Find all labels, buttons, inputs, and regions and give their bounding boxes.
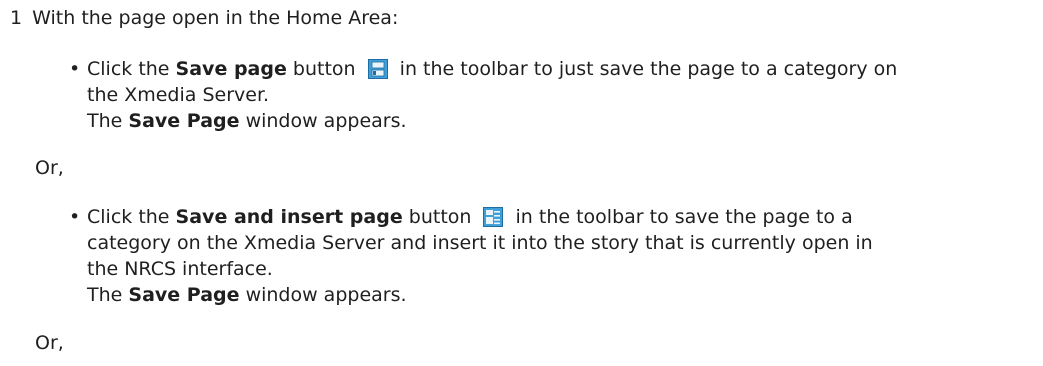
item-text: Click the	[87, 58, 170, 80]
step-text: With the page open in the Home Area:	[32, 7, 399, 29]
item-text: category on the Xmedia Server and insert…	[87, 232, 873, 254]
step-number: 1	[10, 7, 23, 29]
result-text: window appears.	[245, 284, 407, 306]
item-text: button	[292, 58, 356, 80]
item-text: Click the	[87, 206, 170, 228]
item-text: the Xmedia Server.	[87, 84, 270, 106]
save-page-window-label: Save Page	[128, 284, 240, 306]
item-text: the NRCS interface.	[87, 258, 273, 280]
bullet-item-continuation: category on the Xmedia Server and insert…	[87, 230, 873, 256]
bullet-item-continuation: the NRCS interface.	[87, 256, 273, 282]
item-text: in the toolbar to save the page to a	[515, 206, 853, 228]
result-prefix: The	[87, 110, 123, 132]
bullet-marker: •	[69, 206, 81, 228]
save-page-label: Save page	[175, 58, 287, 80]
save-and-insert-page-label: Save and insert page	[175, 206, 403, 228]
or-separator: Or,	[35, 332, 64, 354]
or-separator: Or,	[35, 157, 64, 179]
bullet-item-save-and-insert: Click the Save and insert page button in…	[87, 204, 853, 230]
result-line: The Save Page window appears.	[87, 108, 407, 134]
save-and-insert-page-icon	[483, 207, 504, 227]
bullet-item-continuation: the Xmedia Server.	[87, 82, 269, 108]
result-line: The Save Page window appears.	[87, 282, 407, 308]
item-text: button	[408, 206, 472, 228]
save-page-window-label: Save Page	[128, 110, 240, 132]
result-text: window appears.	[245, 110, 407, 132]
step-line: 1 With the page open in the Home Area:	[10, 5, 398, 31]
save-page-icon	[367, 59, 388, 79]
result-prefix: The	[87, 284, 123, 306]
bullet-marker: •	[69, 58, 81, 80]
bullet-item-save-page: Click the Save page button in the toolba…	[87, 56, 897, 82]
item-text: in the toolbar to just save the page to …	[399, 58, 898, 80]
